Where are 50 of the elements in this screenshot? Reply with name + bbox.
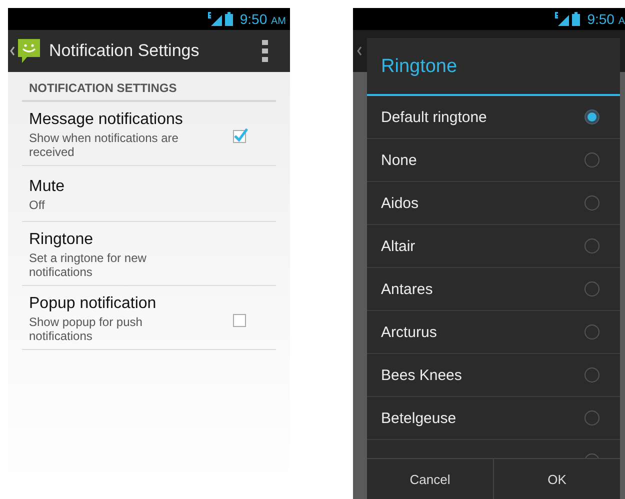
option-label: Betelgeuse	[381, 410, 458, 426]
dialog-title: Ringtone	[367, 38, 620, 96]
option-label: Arcturus	[381, 324, 438, 340]
preference-summary: Show when notifications are received	[29, 131, 180, 159]
radio-button[interactable]	[584, 281, 600, 297]
smiley-chat-icon	[17, 38, 41, 64]
preference-summary: Off	[29, 198, 46, 212]
option-label: None	[381, 152, 418, 168]
preference-item[interactable]: Ringtone Set a ringtone for new notifications	[22, 222, 276, 286]
checkbox[interactable]	[232, 126, 249, 144]
preference-title: Ringtone	[29, 231, 94, 249]
radio-button[interactable]	[584, 238, 600, 254]
back-chevron-icon	[357, 46, 362, 56]
preference-title: Message notifications	[29, 111, 184, 129]
preference-item[interactable]: Mute Off	[22, 166, 276, 222]
option-label: Aidos	[381, 194, 420, 212]
preference-summary: Show popup for push notifications	[29, 315, 144, 343]
clock-text: 9:50 AM	[240, 11, 286, 27]
preference-item[interactable]: Popup notification Show popup for push notifications	[22, 286, 276, 350]
back-chevron-icon[interactable]	[10, 46, 15, 56]
radio-button[interactable]	[584, 195, 600, 211]
option-label: Antares	[381, 280, 434, 298]
battery-icon	[224, 12, 233, 26]
radio-button[interactable]	[584, 109, 600, 125]
ringtone-option[interactable]: Betelgeuse	[367, 397, 620, 440]
ringtone-option[interactable]: Antares	[367, 268, 620, 311]
ringtone-option[interactable]: Altair	[367, 225, 620, 268]
ringtone-option[interactable]: Arcturus	[367, 311, 620, 354]
preference-title: Popup notification	[29, 295, 158, 313]
option-label: Altair	[381, 238, 416, 254]
option-label: Default ringtone	[381, 108, 488, 126]
radio-button[interactable]	[584, 410, 600, 426]
ringtone-option[interactable]: None	[367, 139, 620, 182]
signal-icon	[555, 12, 570, 26]
radio-button[interactable]	[584, 152, 600, 168]
section-header: NOTIFICATION SETTINGS	[22, 72, 276, 102]
overflow-menu-icon[interactable]	[262, 40, 268, 62]
screen-title: Notification Settings	[49, 41, 200, 61]
ringtone-option[interactable]: Bees Knees	[367, 354, 620, 397]
option-label: Bees Knees	[381, 366, 463, 384]
battery-icon	[572, 12, 580, 26]
ringtone-option[interactable]: Default ringtone	[367, 96, 620, 139]
radio-button[interactable]	[584, 324, 600, 340]
ringtone-option[interactable]: Aidos	[367, 182, 620, 225]
signal-icon	[208, 12, 222, 26]
clock-text: 9:50 A	[587, 11, 625, 27]
radio-button[interactable]	[584, 367, 600, 383]
preference-item[interactable]: Message notifications Show when notifications are received	[22, 102, 276, 166]
preference-summary: Set a ringtone for new notifications	[29, 251, 148, 279]
preference-title: Mute	[29, 178, 66, 196]
